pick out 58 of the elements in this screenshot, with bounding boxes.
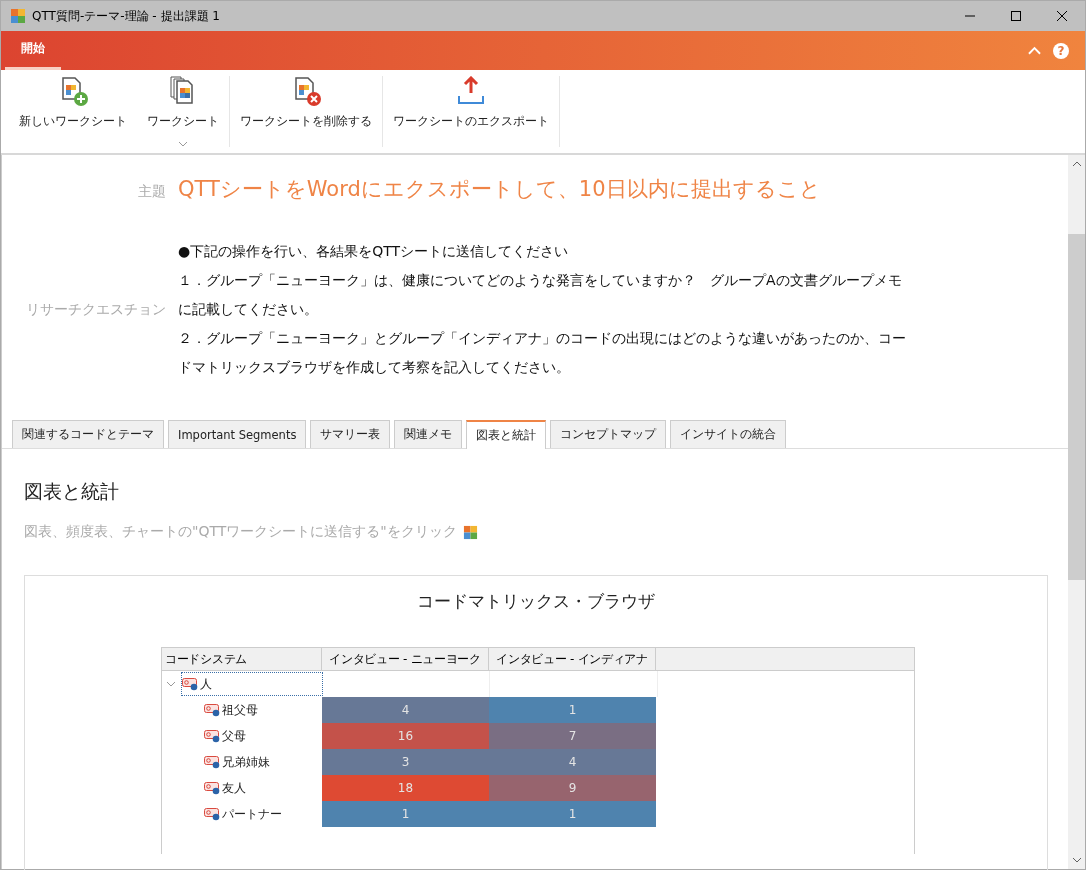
scrollbar[interactable] [1068,155,1085,869]
code-item[interactable]: 友人 [204,777,246,799]
code-tag-icon [182,677,198,691]
toolbar-button[interactable]: ワークシート [143,76,223,147]
matrix-cell: 1 [489,697,656,723]
code-tag-icon [204,807,220,821]
toolbar-button[interactable]: 新しいワークシート [15,76,131,147]
research-question-label: リサーチクエスチョン [25,300,167,319]
code-item[interactable]: 兄弟姉妹 [204,751,270,773]
column-header[interactable]: インタビュー - インディアナ [489,648,656,670]
tab[interactable]: 図表と統計 [466,420,547,449]
code-tag-icon [204,755,220,769]
matrix-cell: 4 [322,697,489,723]
tab[interactable]: コンセプトマップ [550,420,667,448]
matrix-cell: 16 [322,723,489,749]
question-text: ●下記の操作を行い、各結果をQTTシートに送信してください [178,242,570,261]
subject-label: 主題 [137,183,167,201]
code-item[interactable]: パートナー [204,803,282,825]
code-tag-icon [204,729,220,743]
matrix-cell: 1 [489,801,656,827]
matrix-title: コードマトリックス・ブラウザ [416,590,656,613]
collapse-ribbon-icon[interactable] [1028,46,1041,55]
ribbon-tab[interactable]: 開始 [5,31,61,70]
scroll-up-icon[interactable] [1072,161,1081,166]
matrix-cell: 1 [322,801,489,827]
scroll-down-icon[interactable] [1072,858,1081,863]
code-item[interactable]: 父母 [204,725,246,747]
matrix-cell: 18 [322,775,489,801]
question-text: １．グループ「ニューヨーク」は、健康についてどのような発言をしていますか？ グループAの文書グループメモに記載してください。 [178,271,903,319]
toolbar-button[interactable]: ワークシートのエクスポート [389,76,553,147]
upload-arrow-icon [455,76,487,107]
code-tag-icon [204,781,220,795]
code-item[interactable]: 祖父母 [204,699,258,721]
section-heading: 図表と統計 [24,479,120,504]
matrix-cell: 7 [489,723,656,749]
scrollbar-thumb[interactable] [1068,234,1085,580]
code-tag-icon [204,703,220,717]
toolbar-button[interactable]: ワークシートを削除する [236,76,376,147]
close-icon[interactable] [1056,10,1068,22]
question-text: ２．グループ「ニューヨーク」とグループ「インディアナ」のコードの出現にはどのような違いがあったのか、コードマトリックスブラウザを作成して考察を記入してください。 [178,329,907,377]
hint-text: 図表、頻度表、チャートの"QTTワークシートに送信する"をクリック [24,523,457,541]
tab[interactable]: サマリー表 [310,420,391,448]
tab[interactable]: 関連するコードとテーマ [12,420,164,448]
maximize-icon[interactable] [1010,10,1022,22]
subject-text: QTTシートをWordにエクスポートして、10日以内に提出すること [178,176,821,203]
puzzle-icon[interactable] [462,524,478,540]
tab[interactable]: インサイトの統合 [670,420,787,448]
chevron-icon[interactable] [166,681,176,687]
matrix-cell: 4 [489,749,656,775]
matrix-cell: 3 [322,749,489,775]
tab[interactable]: 関連メモ [394,420,463,448]
tab[interactable]: Important Segments [168,420,307,448]
column-header[interactable]: インタビュー - ニューヨーク [322,648,489,670]
app-logo-icon [10,8,26,24]
column-header[interactable]: コードシステム [162,648,322,670]
window-title: QTT質問-テーマ-理論 - 提出課題 1 [32,7,220,25]
code-item[interactable]: 人 [182,673,322,695]
matrix-cell: 9 [489,775,656,801]
